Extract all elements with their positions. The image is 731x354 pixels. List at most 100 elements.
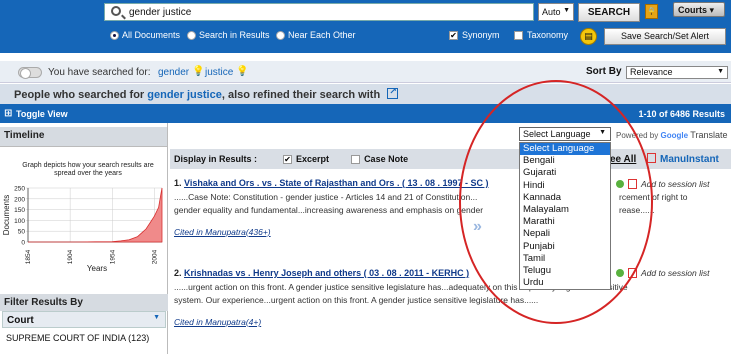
snippet-line: gender equality and fundamental...increa… xyxy=(174,205,484,215)
option-near-each-other[interactable]: Near Each Other xyxy=(276,30,356,40)
language-option[interactable]: Bengali xyxy=(520,155,610,167)
add-to-session-link[interactable]: Add to session list xyxy=(641,268,710,278)
option-search-in-results[interactable]: Search in Results xyxy=(187,30,270,40)
search-header: gender justice Auto SEARCH 🔒 Courts ▾ Al… xyxy=(0,0,731,53)
language-option[interactable]: Urdu xyxy=(520,277,610,289)
add-to-session-link[interactable]: Add to session list xyxy=(641,179,710,189)
radio-icon xyxy=(110,30,119,40)
external-link-icon[interactable] xyxy=(387,86,399,99)
result-title-link[interactable]: Krishnadas vs . Henry Joseph and others … xyxy=(184,268,469,278)
taxonomy-checkbox[interactable]: Taxonomy xyxy=(514,30,568,40)
courts-label: Courts xyxy=(678,5,707,15)
case-note-checkbox[interactable] xyxy=(351,154,361,164)
toggle-view-button[interactable]: Toggle View xyxy=(16,109,68,119)
y-axis-label: Documents xyxy=(2,195,11,235)
bulb-icon: 💡 xyxy=(236,66,249,77)
search-query: gender justice xyxy=(129,7,192,18)
snippet-line: rease...... xyxy=(619,205,655,215)
language-option[interactable]: Malayalam xyxy=(520,204,610,216)
x-axis-label: Years xyxy=(87,264,107,273)
series-area xyxy=(28,187,163,243)
case-note-label: Case Note xyxy=(364,154,409,164)
status-dot-icon xyxy=(616,269,624,278)
excerpt-label: Excerpt xyxy=(296,154,330,164)
sort-select[interactable]: Relevance xyxy=(626,66,728,79)
language-dropdown-list: Select Language Bengali Gujarati Hindi Kanna… xyxy=(519,142,611,290)
x-tick-label: 1954 xyxy=(109,249,116,264)
timeline-header: Timeline xyxy=(0,127,167,147)
x-tick-label: 1904 xyxy=(67,249,74,264)
search-button[interactable]: SEARCH xyxy=(578,3,640,22)
y-tick-label: 150 xyxy=(14,207,25,214)
double-chevron-icon: » xyxy=(473,218,482,235)
display-bar: Display in Results : ✔ Excerpt Case Note … xyxy=(170,149,731,169)
toggle-view-icon: ⊞ xyxy=(4,108,13,119)
language-option[interactable]: Hindi xyxy=(520,180,610,192)
option-label: All Documents xyxy=(122,30,181,40)
refine-strip: People who searched for gender justice, … xyxy=(0,84,731,104)
language-option[interactable]: Marathi xyxy=(520,216,610,228)
timeline-caption: Graph depicts how your search results ar… xyxy=(22,162,154,177)
search-history-bar: You have searched for: gender 💡 justice … xyxy=(0,61,731,83)
option-label: Synonym xyxy=(462,30,500,40)
language-option[interactable]: Telugu xyxy=(520,265,610,277)
court-filter-item[interactable]: SUPREME COURT OF INDIA (123) xyxy=(6,333,149,343)
document-icon[interactable] xyxy=(628,179,637,190)
language-option[interactable]: Punjabi xyxy=(520,241,610,253)
document-icon[interactable] xyxy=(628,268,637,279)
save-search-icon[interactable]: ▤ xyxy=(580,28,597,45)
option-label: Search in Results xyxy=(199,30,270,40)
excerpt-checkbox[interactable]: ✔ xyxy=(283,154,293,164)
result-actions: Add to session list xyxy=(616,179,710,190)
search-input[interactable]: gender justice xyxy=(104,3,534,21)
results-panel: Display in Results : ✔ Excerpt Case Note … xyxy=(170,147,731,354)
language-select[interactable]: Select Language xyxy=(519,127,611,141)
cited-link[interactable]: Cited in Manupatra(4+) xyxy=(174,317,724,327)
powered-label: Powered by xyxy=(616,131,659,140)
history-term[interactable]: gender xyxy=(158,67,189,78)
language-option[interactable]: Kannada xyxy=(520,192,610,204)
checkbox-icon xyxy=(514,30,523,40)
result-actions: Add to session list xyxy=(616,268,710,279)
refine-term[interactable]: gender justice xyxy=(147,89,222,101)
option-label: Near Each Other xyxy=(288,30,356,40)
snippet-line: ......Case Note: Constitution - gender j… xyxy=(174,192,478,202)
cited-link[interactable]: Cited in Manupatra(436+) xyxy=(174,227,724,237)
history-term[interactable]: justice xyxy=(205,67,233,78)
radio-icon xyxy=(187,30,196,40)
google-logo: Google xyxy=(660,131,689,140)
save-search-button[interactable]: Save Search/Set Alert xyxy=(604,28,726,45)
radio-icon xyxy=(276,30,285,40)
display-label: Display in Results : xyxy=(174,154,258,164)
refine-suffix: , also refined their search with xyxy=(221,89,381,101)
court-filter-toggle[interactable]: Court xyxy=(2,311,166,328)
checkbox-icon: ✔ xyxy=(449,30,458,40)
y-tick-label: 250 xyxy=(14,186,25,193)
synonym-checkbox[interactable]: ✔ Synonym xyxy=(449,30,500,40)
snippet-line: rcement of right to xyxy=(619,192,688,202)
lock-icon[interactable]: 🔒 xyxy=(645,4,658,19)
result-title-link[interactable]: Vishaka and Ors . vs . State of Rajastha… xyxy=(184,178,488,188)
powered-by: Powered by Google Translate xyxy=(616,130,727,140)
see-all-link[interactable]: ee All xyxy=(610,154,636,165)
y-tick-label: 50 xyxy=(18,229,26,236)
language-option[interactable]: Gujarati xyxy=(520,167,610,179)
result-number: 2. xyxy=(174,268,182,278)
court-label: Court xyxy=(7,315,34,326)
option-all-documents[interactable]: All Documents xyxy=(110,30,180,40)
courts-dropdown[interactable]: Courts ▾ xyxy=(673,2,725,17)
language-option[interactable]: Select Language xyxy=(520,143,610,156)
x-tick-label: 2004 xyxy=(151,249,158,264)
status-dot-icon xyxy=(616,180,624,189)
translate-label: Translate xyxy=(690,130,728,140)
x-tick-label: 1854 xyxy=(25,249,32,264)
manuinstant-checkbox[interactable] xyxy=(647,153,656,163)
language-option[interactable]: Tamil xyxy=(520,253,610,265)
manuinstant-label[interactable]: ManuInstant xyxy=(660,154,719,165)
results-bar: ⊞ Toggle View 1-10 of 6486 Results xyxy=(0,104,731,123)
language-option[interactable]: Nepali xyxy=(520,228,610,240)
result-number: 1. xyxy=(174,178,182,188)
y-tick-label: 100 xyxy=(14,218,25,225)
history-toggle[interactable] xyxy=(18,67,42,79)
search-mode-select[interactable]: Auto xyxy=(538,3,574,21)
